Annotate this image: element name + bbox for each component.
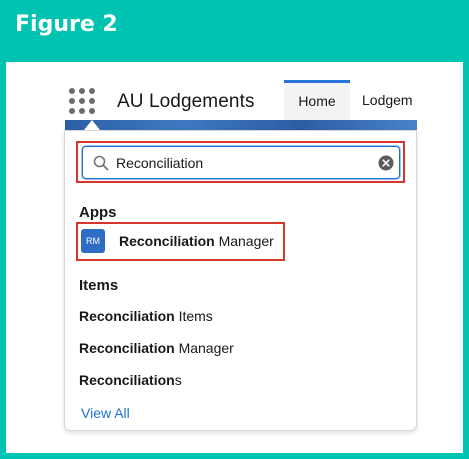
item-result[interactable]: Reconciliation Manager <box>79 340 234 356</box>
tab-home[interactable]: Home <box>284 80 350 120</box>
apps-section-heading: Apps <box>79 204 117 221</box>
item-result[interactable]: Reconciliations <box>79 372 182 388</box>
app-launcher-icon[interactable] <box>69 88 95 114</box>
app-result-label: Reconciliation Manager <box>119 233 274 249</box>
app-name: AU Lodgements <box>117 91 255 112</box>
search-input[interactable] <box>116 153 356 173</box>
rest-text: Manager <box>214 233 274 249</box>
rest-text: Items <box>174 308 213 324</box>
rest-text: s <box>174 372 182 388</box>
search-icon <box>93 155 109 171</box>
app-result-reconciliation-manager[interactable]: RM Reconciliation Manager <box>81 227 281 255</box>
items-section-heading: Items <box>79 277 119 294</box>
match-text: Reconciliation <box>79 372 175 388</box>
tab-lodgements[interactable]: Lodgem <box>362 80 418 120</box>
match-text: Reconciliation <box>79 340 175 356</box>
match-text: Reconciliation <box>79 308 175 324</box>
rest-text: Manager <box>174 340 234 356</box>
figure-title: Figure 2 <box>15 12 118 37</box>
screenshot-panel: AU Lodgements Home Lodgem Apps RM Reconc… <box>6 62 463 453</box>
clear-icon[interactable] <box>378 155 394 171</box>
dropdown-pointer <box>84 120 100 130</box>
search-box[interactable] <box>82 146 400 179</box>
match-text: Reconciliation <box>119 233 215 249</box>
app-launcher-dropdown: Apps RM Reconciliation Manager Items Rec… <box>64 130 417 431</box>
figure-header: Figure 2 <box>0 0 469 56</box>
item-result[interactable]: Reconciliation Items <box>79 308 213 324</box>
view-all-link[interactable]: View All <box>81 405 130 421</box>
app-badge-icon: RM <box>81 229 105 253</box>
